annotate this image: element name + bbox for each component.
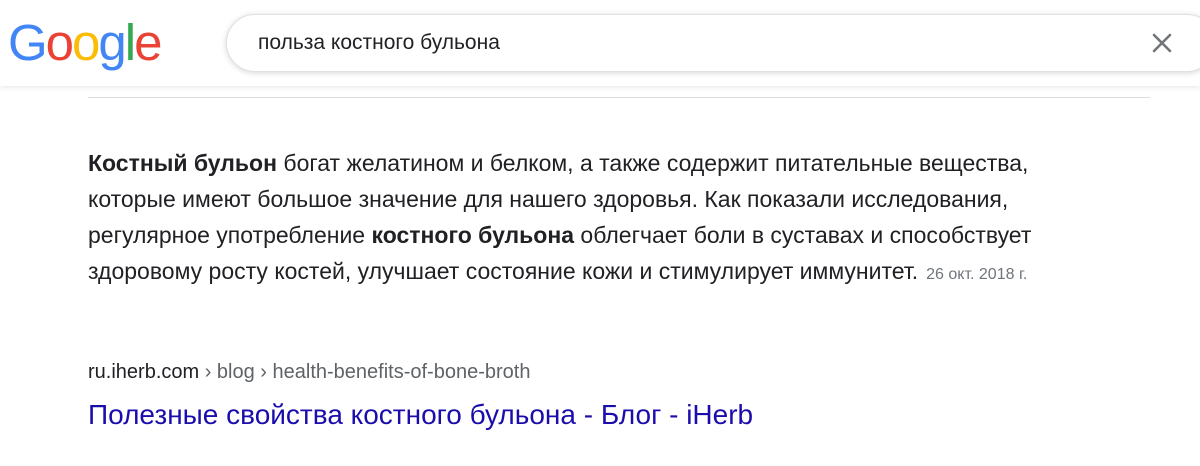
snippet-bold-term: Костный бульон	[88, 150, 277, 176]
logo-letter: e	[134, 14, 162, 71]
search-input[interactable]	[258, 15, 1118, 71]
header-bar: Google	[0, 0, 1200, 86]
logo-letter: l	[124, 14, 136, 71]
snippet-date: 26 окт. 2018 г.	[926, 266, 1028, 283]
search-box	[226, 14, 1200, 72]
result-title-link[interactable]: Полезные свойства костного бульона - Бло…	[88, 395, 753, 435]
logo-letter: o	[72, 14, 100, 71]
result-domain: ru.iherb.com	[88, 361, 200, 383]
logo-letter: g	[98, 14, 126, 71]
logo-letter: o	[45, 14, 74, 71]
result-breadcrumb: ru.iherb.com › blog › health-benefits-of…	[88, 357, 530, 387]
snippet-bold-term: костного бульона	[371, 222, 575, 248]
google-logo[interactable]: Google	[8, 13, 163, 73]
logo-letter: G	[8, 14, 48, 71]
divider	[88, 97, 1150, 98]
close-icon[interactable]	[1147, 28, 1177, 58]
result-path: › blog › health-benefits-of-bone-broth	[199, 361, 531, 383]
featured-snippet-text: Костный бульон богат желатином и белком,…	[88, 145, 1048, 293]
